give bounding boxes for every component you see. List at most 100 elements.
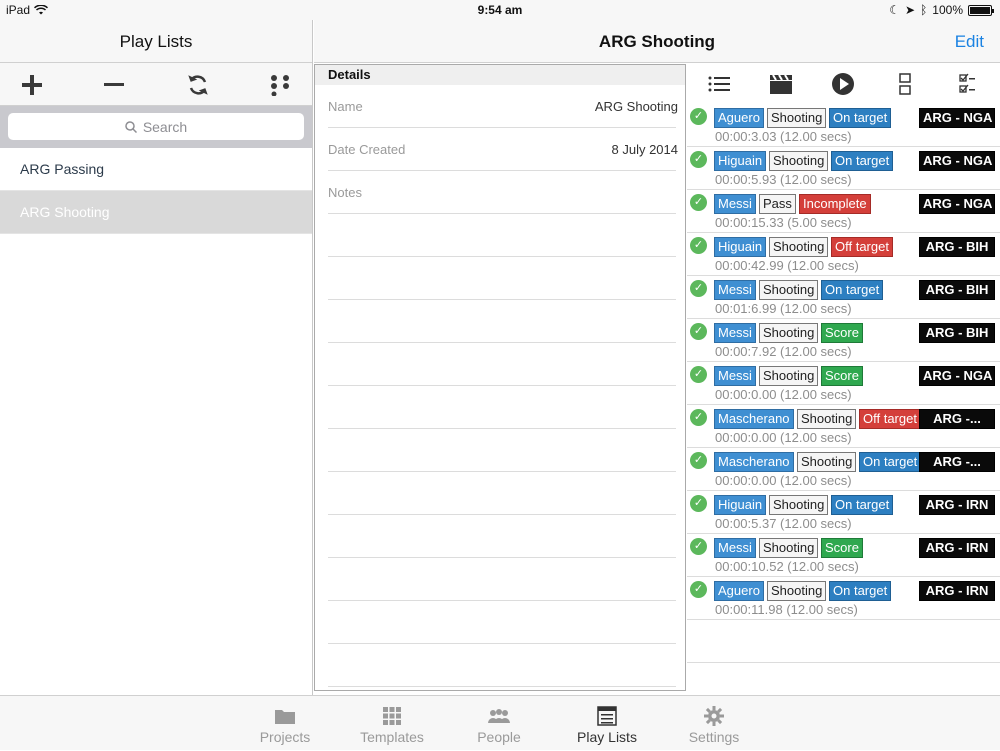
notes-line <box>328 214 676 257</box>
list-icon <box>596 706 618 726</box>
playlist-item[interactable]: ARG Shooting <box>0 191 312 234</box>
check-icon[interactable]: ✓ <box>690 237 707 254</box>
outcome-tag: On target <box>831 495 894 515</box>
clip-row[interactable]: ✓ Higuain Shooting Off target ARG - BIH 00:00… <box>687 233 1000 276</box>
tab-people[interactable]: People <box>449 696 549 751</box>
playlists-toolbar <box>0 63 312 106</box>
playlists-title: Play Lists <box>0 20 312 63</box>
outcome-tag: Score <box>821 538 863 558</box>
outcome-tag: On target <box>821 280 884 300</box>
match-tag: ARG - NGA <box>919 108 995 128</box>
more-options-icon[interactable] <box>260 63 300 106</box>
check-icon[interactable]: ✓ <box>690 581 707 598</box>
notes-line <box>328 472 676 515</box>
action-tag: Shooting <box>759 538 819 558</box>
check-icon[interactable]: ✓ <box>690 409 707 426</box>
tab-templates[interactable]: Templates <box>342 696 442 751</box>
match-tag: ARG - BIH <box>919 280 995 300</box>
action-tag: Shooting <box>759 366 819 386</box>
player-tag: Higuain <box>714 237 767 257</box>
check-icon[interactable]: ✓ <box>690 538 707 555</box>
clip-row[interactable]: ✓ Mascherano Shooting Off target ARG -... 00:… <box>687 405 1000 448</box>
player-tag: Aguero <box>714 581 764 601</box>
match-tag: ARG - BIH <box>919 323 995 343</box>
gear-icon <box>703 706 725 726</box>
check-icon[interactable]: ✓ <box>690 366 707 383</box>
tab-settings[interactable]: Settings <box>664 696 764 751</box>
clip-time: 00:00:3.03 (12.00 secs) <box>715 129 852 144</box>
grid-icon <box>381 706 403 726</box>
list-view-icon[interactable] <box>705 70 733 98</box>
clip-time: 00:00:10.52 (12.00 secs) <box>715 559 859 574</box>
outcome-tag: On target <box>829 581 892 601</box>
playlist-list: ARG Passing ARG Shooting <box>0 148 312 234</box>
tab-play-lists[interactable]: Play Lists <box>557 696 657 751</box>
outcome-tag: Score <box>821 323 863 343</box>
moon-icon: ☾ <box>889 3 901 17</box>
clip-row[interactable]: ✓ Aguero Shooting On target ARG - NGA 00:00:3… <box>687 104 1000 147</box>
notes-row[interactable]: Notes <box>328 171 676 214</box>
clip-row[interactable]: ✓ Messi Shooting Score ARG - BIH 00:00:7.92 (… <box>687 319 1000 362</box>
player-tag: Higuain <box>714 151 767 171</box>
clip-toolbar <box>687 64 1000 104</box>
empty-clip-row <box>687 620 1000 663</box>
clip-row[interactable]: ✓ Mascherano Shooting On target ARG -... 00:0… <box>687 448 1000 491</box>
tab-projects[interactable]: Projects <box>235 696 335 751</box>
action-tag: Shooting <box>759 280 819 300</box>
player-tag: Messi <box>714 280 756 300</box>
tab-label: Projects <box>259 729 311 745</box>
match-tag: ARG - IRN <box>919 581 995 601</box>
clapperboard-icon[interactable] <box>767 70 795 98</box>
check-icon[interactable]: ✓ <box>690 495 707 512</box>
play-icon[interactable] <box>829 70 857 98</box>
split-view-icon[interactable] <box>891 70 919 98</box>
check-icon[interactable]: ✓ <box>690 280 707 297</box>
notes-line <box>328 644 676 687</box>
checklist-icon[interactable] <box>953 70 981 98</box>
player-tag: Mascherano <box>714 452 794 472</box>
date-label: Date Created <box>328 142 406 157</box>
clip-row[interactable]: ✓ Aguero Shooting On target ARG - IRN 00:00:1… <box>687 577 1000 620</box>
clip-row[interactable]: ✓ Messi Shooting On target ARG - BIH 00:01:6.… <box>687 276 1000 319</box>
outcome-tag: On target <box>829 108 892 128</box>
check-icon[interactable]: ✓ <box>690 452 707 469</box>
player-tag: Messi <box>714 194 756 214</box>
people-icon <box>488 706 510 726</box>
date-value: 8 July 2014 <box>611 142 679 157</box>
remove-icon[interactable] <box>94 63 134 106</box>
details-heading: Details <box>315 65 685 85</box>
check-icon[interactable]: ✓ <box>690 194 707 211</box>
clip-row[interactable]: ✓ Higuain Shooting On target ARG - IRN 00:00:… <box>687 491 1000 534</box>
player-tag: Aguero <box>714 108 764 128</box>
name-row[interactable]: Name ARG Shooting <box>328 85 678 128</box>
refresh-icon[interactable] <box>178 63 218 106</box>
action-tag: Shooting <box>759 323 819 343</box>
playlist-item[interactable]: ARG Passing <box>0 148 312 191</box>
clip-row[interactable]: ✓ Messi Shooting Score ARG - IRN 00:00:10.52 … <box>687 534 1000 577</box>
search-icon <box>125 120 137 133</box>
edit-button[interactable]: Edit <box>955 20 984 63</box>
outcome-tag: On target <box>831 151 894 171</box>
match-tag: ARG - NGA <box>919 194 995 214</box>
clip-time: 00:00:7.92 (12.00 secs) <box>715 344 852 359</box>
action-tag: Shooting <box>769 495 829 515</box>
action-tag: Pass <box>759 194 796 214</box>
clip-row[interactable]: ✓ Messi Shooting Score ARG - NGA 00:00:0.00 (… <box>687 362 1000 405</box>
tab-bar: Projects Templates People Play Lists Setting… <box>0 695 1000 750</box>
name-value[interactable]: ARG Shooting <box>595 99 678 114</box>
add-icon[interactable] <box>12 63 52 106</box>
check-icon[interactable]: ✓ <box>690 151 707 168</box>
clip-row[interactable]: ✓ Higuain Shooting On target ARG - NGA 00:00:… <box>687 147 1000 190</box>
notes-line <box>328 300 676 343</box>
tab-label: People <box>477 729 521 745</box>
clip-row[interactable]: ✓ Messi Pass Incomplete ARG - NGA 00:00:15.33… <box>687 190 1000 233</box>
search-input[interactable]: Search <box>8 113 304 140</box>
match-tag: ARG - NGA <box>919 151 995 171</box>
outcome-tag: On target <box>859 452 922 472</box>
search-bar: Search <box>0 106 312 148</box>
action-tag: Shooting <box>769 237 829 257</box>
check-icon[interactable]: ✓ <box>690 108 707 125</box>
notes-line <box>328 515 676 558</box>
check-icon[interactable]: ✓ <box>690 323 707 340</box>
notes-label: Notes <box>328 185 362 200</box>
